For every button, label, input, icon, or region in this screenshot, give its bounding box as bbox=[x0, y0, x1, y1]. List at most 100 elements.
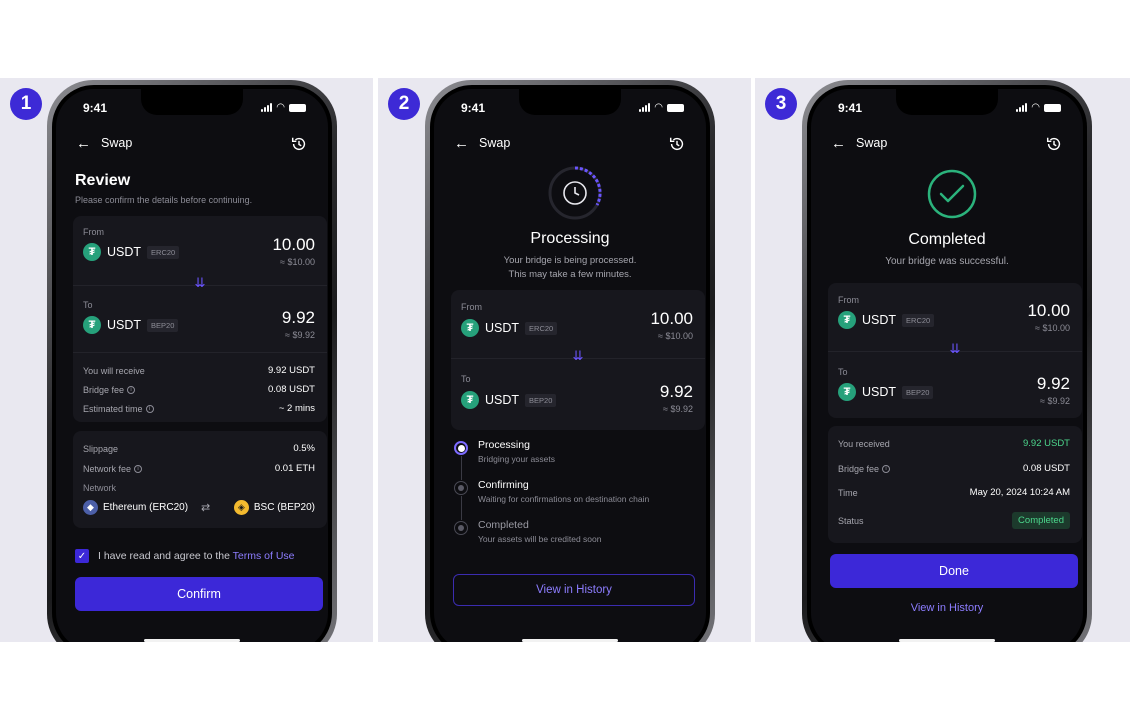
info-icon[interactable]: i bbox=[134, 465, 143, 474]
view-history-link[interactable]: View in History bbox=[811, 602, 1083, 614]
terms-link[interactable]: Terms of Use bbox=[233, 550, 295, 562]
home-indicator bbox=[144, 639, 240, 642]
from-token-name: USDT bbox=[107, 245, 142, 259]
time-label: Time bbox=[838, 487, 858, 498]
status-row: Status Completed bbox=[838, 512, 1070, 529]
tether-icon: ₮ bbox=[83, 243, 101, 261]
bridge-fee-value: 0.08 USDT bbox=[1023, 463, 1070, 474]
network-from-label: Ethereum (ERC20) bbox=[103, 502, 189, 513]
back-arrow-icon[interactable]: ← bbox=[76, 135, 91, 153]
network-fee-value: 0.01 ETH bbox=[274, 463, 315, 474]
settings-card: Slippage 0.5% Network fee i 0.01 ETH Networ… bbox=[73, 431, 327, 528]
checkbox-checked-icon[interactable]: ✓ bbox=[75, 549, 89, 563]
network-from: ◆ Ethereum (ERC20) bbox=[83, 500, 188, 515]
from-token-name: USDT bbox=[862, 313, 897, 327]
info-icon[interactable]: i bbox=[145, 405, 154, 414]
to-token-name: USDT bbox=[107, 318, 142, 332]
to-label: To bbox=[838, 367, 848, 377]
status-badge: Completed bbox=[1012, 512, 1070, 529]
back-arrow-icon[interactable]: ← bbox=[454, 135, 469, 153]
bridge-fee-label: Bridge fee bbox=[838, 463, 880, 474]
from-token-name: USDT bbox=[485, 321, 520, 335]
from-usd: ≈ $10.00 bbox=[280, 257, 315, 267]
from-network-chip: ERC20 bbox=[525, 321, 558, 335]
battery-icon bbox=[289, 103, 306, 112]
to-label: To bbox=[461, 374, 471, 384]
history-icon[interactable] bbox=[290, 135, 308, 153]
to-network-chip: BEP20 bbox=[525, 393, 557, 407]
timeline-connector bbox=[461, 496, 462, 520]
from-usd: ≈ $10.00 bbox=[658, 331, 693, 341]
to-usd: ≈ $9.92 bbox=[663, 404, 693, 414]
network-fee-label: Network fee bbox=[83, 463, 132, 474]
bnb-icon: ◈ bbox=[233, 500, 249, 515]
received-value: 9.92 USDT bbox=[1023, 438, 1070, 449]
to-token: ₮ USDT BEP20 bbox=[461, 391, 557, 409]
done-button[interactable]: Done bbox=[830, 554, 1078, 588]
timeline-step-subtitle: Waiting for confirmations on destination… bbox=[478, 494, 650, 504]
slippage-row: Slippage 0.5% bbox=[83, 443, 315, 454]
history-icon[interactable] bbox=[668, 135, 686, 153]
to-amount: 9.92 bbox=[659, 382, 693, 401]
confirm-button[interactable]: Confirm bbox=[75, 577, 323, 611]
slippage-label: Slippage bbox=[83, 443, 119, 454]
to-network-chip: BEP20 bbox=[902, 385, 934, 399]
back-arrow-icon[interactable]: ← bbox=[831, 135, 846, 153]
page-title: Processing bbox=[530, 230, 610, 247]
timeline-step-title: Processing bbox=[478, 439, 530, 451]
from-label: From bbox=[83, 227, 104, 237]
info-icon[interactable]: i bbox=[127, 386, 136, 395]
swap-arrows-icon: ⇄ bbox=[201, 502, 211, 514]
battery-icon bbox=[667, 103, 684, 112]
step-badge-3: 3 bbox=[765, 88, 797, 120]
history-icon[interactable] bbox=[1045, 135, 1063, 153]
detail-label: Estimated time bbox=[83, 403, 143, 414]
wifi-icon: ◠ bbox=[276, 102, 285, 113]
page-subtitle: Please confirm the details before contin… bbox=[75, 195, 253, 205]
double-chevron-down-icon: ⇊ bbox=[949, 341, 961, 356]
terms-row: ✓ I have read and agree to the Terms of … bbox=[75, 549, 295, 563]
home-indicator bbox=[522, 639, 618, 642]
tether-icon: ₮ bbox=[838, 311, 856, 329]
ethereum-icon: ◆ bbox=[83, 500, 98, 515]
status-time: 9:41 bbox=[838, 101, 863, 115]
swap-summary-card: From ₮ USDT ERC20 10.00 ≈ $10.00 ⇊ To ₮ … bbox=[451, 290, 705, 430]
from-token: ₮ USDT ERC20 bbox=[838, 311, 935, 329]
network-label: Network bbox=[83, 483, 117, 493]
from-amount: 10.00 bbox=[650, 309, 693, 328]
to-token: ₮ USDT BEP20 bbox=[83, 316, 179, 334]
to-network-chip: BEP20 bbox=[147, 318, 179, 332]
pending-step-dot bbox=[454, 521, 468, 535]
from-token: ₮ USDT ERC20 bbox=[83, 243, 180, 261]
from-usd: ≈ $10.00 bbox=[1035, 323, 1070, 333]
to-amount: 9.92 bbox=[281, 308, 315, 327]
phone-frame: 9:41 ◠ ← Swap Completed Your bridge was … bbox=[802, 80, 1092, 642]
panel-processing: 2 9:41 ◠ ← Swap Processing Your bridge i… bbox=[378, 78, 751, 642]
panel-review: 1 9:41 ◠ ← Swap Review Please confirm th… bbox=[0, 78, 373, 642]
notch bbox=[519, 89, 621, 115]
page-subtitle-line2: This may take a few minutes. bbox=[508, 269, 632, 280]
page-subtitle: Your bridge was successful. bbox=[885, 256, 1009, 267]
to-amount: 9.92 bbox=[1036, 374, 1070, 393]
timeline-step-subtitle: Bridging your assets bbox=[478, 454, 556, 464]
detail-label: You will receive bbox=[83, 365, 145, 376]
terms-text: I have read and agree to the bbox=[98, 550, 233, 562]
view-history-button[interactable]: View in History bbox=[453, 574, 695, 606]
network-fee-row: Network fee i 0.01 ETH bbox=[83, 463, 315, 474]
step-badge-2: 2 bbox=[388, 88, 420, 120]
to-token-name: USDT bbox=[485, 393, 520, 407]
app-header: ← Swap bbox=[434, 135, 706, 155]
progress-timeline: Processing Bridging your assets Confirmi… bbox=[454, 439, 694, 549]
wifi-icon: ◠ bbox=[654, 102, 663, 113]
tether-icon: ₮ bbox=[461, 391, 479, 409]
signal-icon bbox=[261, 103, 273, 112]
network-to-label: BSC (BEP20) bbox=[253, 502, 315, 513]
from-network-chip: ERC20 bbox=[902, 313, 935, 327]
timeline-connector bbox=[461, 456, 462, 480]
wifi-icon: ◠ bbox=[1031, 102, 1040, 113]
from-token: ₮ USDT ERC20 bbox=[461, 319, 558, 337]
double-chevron-down-icon: ⇊ bbox=[572, 348, 584, 363]
signal-icon bbox=[1016, 103, 1028, 112]
to-token: ₮ USDT BEP20 bbox=[838, 383, 934, 401]
info-icon[interactable]: i bbox=[882, 465, 891, 474]
